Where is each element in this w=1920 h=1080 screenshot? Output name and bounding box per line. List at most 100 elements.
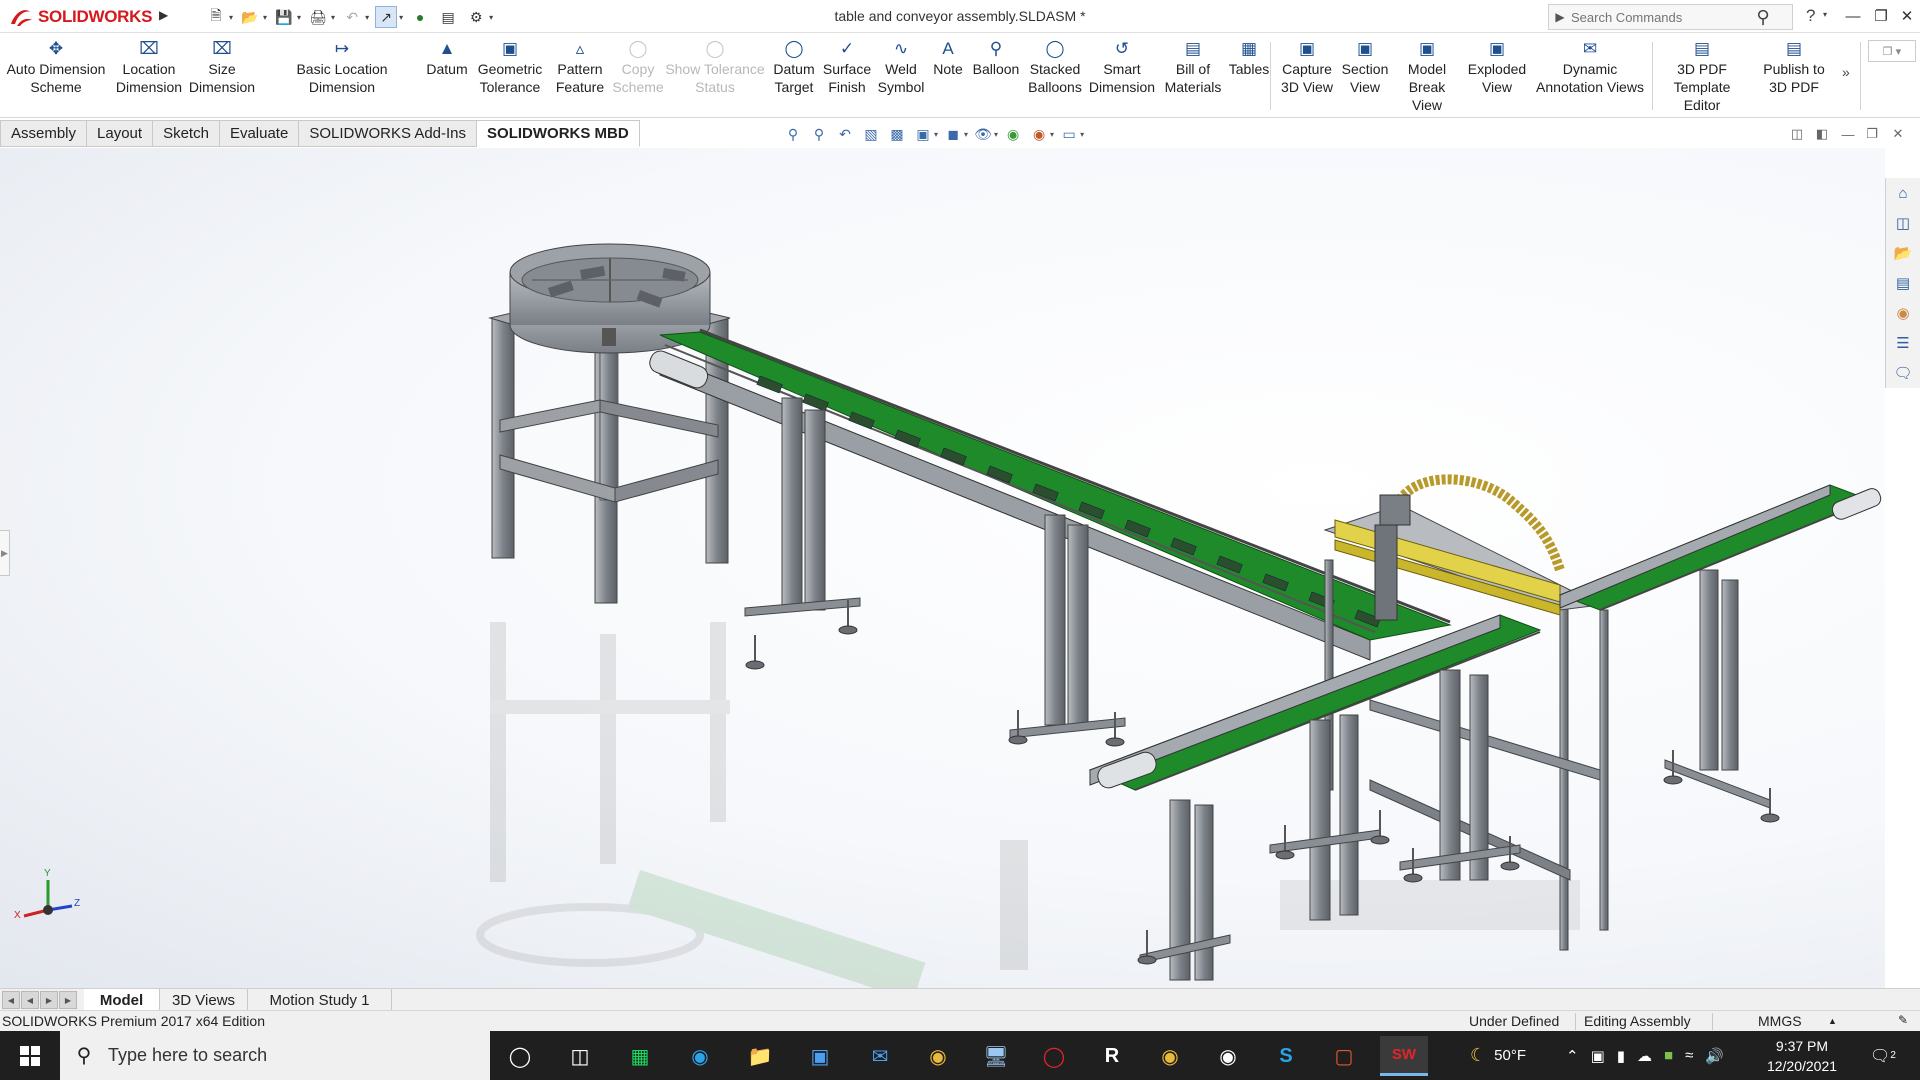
- note-button[interactable]: A Note: [928, 38, 968, 114]
- windows-start-button[interactable]: [0, 1031, 60, 1080]
- bottom-tab-motion-study-1[interactable]: Motion Study 1: [248, 989, 392, 1011]
- bottom-tab-model[interactable]: Model: [84, 989, 160, 1011]
- meet-now-icon[interactable]: ▣: [1591, 1047, 1605, 1065]
- ribbon-options-icon[interactable]: ❐ ▾: [1868, 40, 1916, 62]
- viewport-minimize-icon[interactable]: —: [1838, 124, 1858, 144]
- surface-finish-button[interactable]: ✓ Surface Finish: [820, 38, 874, 114]
- prev-tab-icon[interactable]: ◀: [21, 991, 39, 1009]
- close-window-icon[interactable]: ✕: [1895, 4, 1919, 28]
- apply-scene-dropdown-icon[interactable]: ▾: [1050, 130, 1054, 139]
- revit-icon[interactable]: R: [1088, 1036, 1136, 1076]
- minimize-window-icon[interactable]: —: [1841, 4, 1865, 28]
- volume-icon[interactable]: 🔊: [1705, 1047, 1724, 1065]
- last-tab-icon[interactable]: ▶: [59, 991, 77, 1009]
- design-library-icon[interactable]: ◫: [1892, 212, 1914, 234]
- view-settings-dropdown-icon[interactable]: ▾: [1080, 130, 1084, 139]
- view-palette-icon[interactable]: ▤: [1892, 272, 1914, 294]
- datum-target-button[interactable]: ◯ Datum Target: [768, 38, 820, 114]
- nvidia-icon[interactable]: ■: [1664, 1047, 1673, 1064]
- apply-scene-icon[interactable]: ◉: [1028, 123, 1050, 145]
- display-style-dropdown-icon[interactable]: ▾: [964, 130, 968, 139]
- tab-solidworks-add-ins[interactable]: SOLIDWORKS Add-Ins: [299, 120, 478, 147]
- onedrive-cloud-icon[interactable]: ☁: [1637, 1047, 1652, 1065]
- model-break-view-button[interactable]: ▣ Model Break View: [1392, 38, 1462, 114]
- display-style-icon[interactable]: ◼: [942, 123, 964, 145]
- pattern-feature-button[interactable]: ▵ Pattern Feature: [548, 38, 612, 114]
- show-hidden-icons-icon[interactable]: ⌃: [1566, 1047, 1579, 1065]
- auto-dimension-button[interactable]: ✥ Auto Dimension Scheme: [4, 38, 108, 114]
- geometric-tolerance-button[interactable]: ▣ Geometric Tolerance: [475, 38, 545, 114]
- microsoft-store-icon[interactable]: ▣: [796, 1036, 844, 1076]
- view-orientation-dropdown-icon[interactable]: ▾: [934, 130, 938, 139]
- previous-view-icon[interactable]: ↶: [834, 123, 856, 145]
- taskbar-search-box[interactable]: ⚲ Type here to search: [60, 1031, 490, 1080]
- file-explorer-taskbar-icon[interactable]: 📁: [736, 1036, 784, 1076]
- smart-dimension-button[interactable]: ↺ Smart Dimension: [1086, 38, 1158, 114]
- appearances-scenes-icon[interactable]: ◉: [1892, 302, 1914, 324]
- bottom-tab-3d-views[interactable]: 3D Views: [160, 989, 248, 1011]
- hide-show-items-icon[interactable]: 👁: [972, 123, 994, 145]
- wordpad-icon[interactable]: ◉: [1204, 1036, 1252, 1076]
- exploded-view-button[interactable]: ▣ Exploded View: [1466, 38, 1528, 114]
- restore-window-icon[interactable]: ❐: [1869, 4, 1893, 28]
- chrome-icon[interactable]: ◉: [914, 1036, 962, 1076]
- weather-widget[interactable]: ☾ 50°F: [1470, 1031, 1526, 1080]
- tab-evaluate[interactable]: Evaluate: [219, 120, 300, 147]
- tab-sketch[interactable]: Sketch: [153, 120, 220, 147]
- next-tab-icon[interactable]: ▶: [40, 991, 58, 1009]
- publish-3d-pdf-button[interactable]: ▤ Publish to 3D PDF: [1756, 38, 1832, 114]
- viewport-restore-icon[interactable]: ❐: [1862, 124, 1882, 144]
- search-commands-box[interactable]: ▶ ⚲: [1548, 4, 1793, 30]
- viewport-close-icon[interactable]: ✕: [1888, 124, 1908, 144]
- edit-appearance-icon[interactable]: ◉: [1002, 123, 1024, 145]
- solidworks-resources-home-icon[interactable]: ⌂: [1892, 182, 1914, 204]
- unit-system-dropdown-icon[interactable]: ▲: [1828, 1016, 1837, 1026]
- zoom-to-area-icon[interactable]: ⚲: [808, 123, 830, 145]
- show-tolerance-status-button[interactable]: ◯ Show Tolerance Status: [663, 38, 767, 114]
- viewport-tile-icon[interactable]: ◫: [1787, 124, 1807, 144]
- tab-layout[interactable]: Layout: [87, 120, 154, 147]
- graphics-area[interactable]: [0, 148, 1885, 988]
- balloon-button[interactable]: ⚲ Balloon: [970, 38, 1022, 114]
- tables-button[interactable]: ▦ Tables: [1226, 38, 1272, 114]
- unit-system-selector[interactable]: MMGS: [1758, 1013, 1802, 1029]
- copy-scheme-button[interactable]: ◯ Copy Scheme: [612, 38, 663, 114]
- status-bar-help-icon[interactable]: ✎: [1898, 1013, 1908, 1027]
- datum-button[interactable]: ▲ Datum: [422, 38, 472, 114]
- search-commands-input[interactable]: [1571, 9, 1741, 25]
- dynamic-annotation-hud-icon[interactable]: ▩: [886, 123, 908, 145]
- view-settings-icon[interactable]: ▭: [1058, 123, 1080, 145]
- tab-solidworks-mbd[interactable]: SOLIDWORKS MBD: [477, 120, 640, 147]
- skype-icon[interactable]: S: [1262, 1036, 1310, 1076]
- tab-assembly[interactable]: Assembly: [0, 120, 88, 147]
- help-button[interactable]: ?: [1806, 6, 1815, 26]
- ribbon-overflow-icon[interactable]: »: [1842, 64, 1850, 80]
- section-view-hud-icon[interactable]: ▧: [860, 123, 882, 145]
- pycharm-icon[interactable]: ▦: [616, 1036, 664, 1076]
- capture-3d-view-button[interactable]: ▣ Capture 3D View: [1278, 38, 1336, 114]
- chrome-profile-icon[interactable]: ◉: [1146, 1036, 1194, 1076]
- stacked-balloons-button[interactable]: ◯ Stacked Balloons: [1026, 38, 1084, 114]
- solidworks-forum-icon[interactable]: 🗨: [1892, 362, 1914, 384]
- help-dropdown-icon[interactable]: ▾: [1823, 10, 1827, 19]
- opera-icon[interactable]: ◯: [1030, 1036, 1078, 1076]
- wifi-icon[interactable]: ≈: [1685, 1047, 1693, 1064]
- notification-center-icon[interactable]: 🗨 2: [1870, 1031, 1896, 1080]
- dynamic-annotation-views-button[interactable]: ✉ Dynamic Annotation Views: [1534, 38, 1646, 114]
- viewport-split-icon[interactable]: ◧: [1812, 124, 1832, 144]
- search-magnifier-icon[interactable]: ⚲: [1741, 5, 1785, 29]
- section-view-button[interactable]: ▣ Section View: [1342, 38, 1389, 114]
- featuremanager-flyout-handle[interactable]: ▶: [0, 530, 10, 576]
- basic-location-dimension-button[interactable]: ↦ Basic Location Dimension: [262, 38, 422, 114]
- size-dimension-button[interactable]: ⌧ Size Dimension: [186, 38, 258, 114]
- edge-browser-icon[interactable]: ◉: [676, 1036, 724, 1076]
- desktop-app-icon[interactable]: 🖥: [972, 1036, 1020, 1076]
- task-view-icon[interactable]: ◫: [556, 1036, 604, 1076]
- battery-icon[interactable]: ▮: [1617, 1047, 1625, 1065]
- 3d-pdf-template-editor-button[interactable]: ▤ 3D PDF Template Editor: [1654, 38, 1750, 114]
- mail-icon[interactable]: ✉: [856, 1036, 904, 1076]
- weld-symbol-button[interactable]: ∿ Weld Symbol: [876, 38, 926, 114]
- file-explorer-icon[interactable]: 📂: [1892, 242, 1914, 264]
- custom-properties-icon[interactable]: ☰: [1892, 332, 1914, 354]
- location-dimension-button[interactable]: ⌧ Location Dimension: [112, 38, 186, 114]
